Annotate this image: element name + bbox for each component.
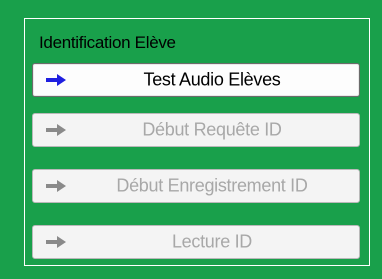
test-audio-label: Test Audio Elèves xyxy=(143,69,281,90)
start-id-request-button[interactable]: Début Requête ID xyxy=(32,113,360,147)
arrow-right-icon xyxy=(46,124,66,136)
identification-panel: Identification Elève Test Audio Elèves D… xyxy=(0,0,382,279)
arrow-right-icon xyxy=(46,236,66,248)
arrow-right-icon xyxy=(46,180,66,192)
read-id-label: Lecture ID xyxy=(171,231,253,252)
start-id-request-label: Début Requête ID xyxy=(142,119,282,140)
read-id-button[interactable]: Lecture ID xyxy=(32,225,360,259)
group-title: Identification Elève xyxy=(39,33,176,52)
identification-group-box: Identification Elève Test Audio Elèves D… xyxy=(24,18,370,266)
start-id-recording-button[interactable]: Début Enregistrement ID xyxy=(32,169,360,203)
test-audio-button[interactable]: Test Audio Elèves xyxy=(32,63,360,97)
arrow-right-icon xyxy=(46,74,66,86)
start-id-recording-label: Début Enregistrement ID xyxy=(116,175,308,196)
